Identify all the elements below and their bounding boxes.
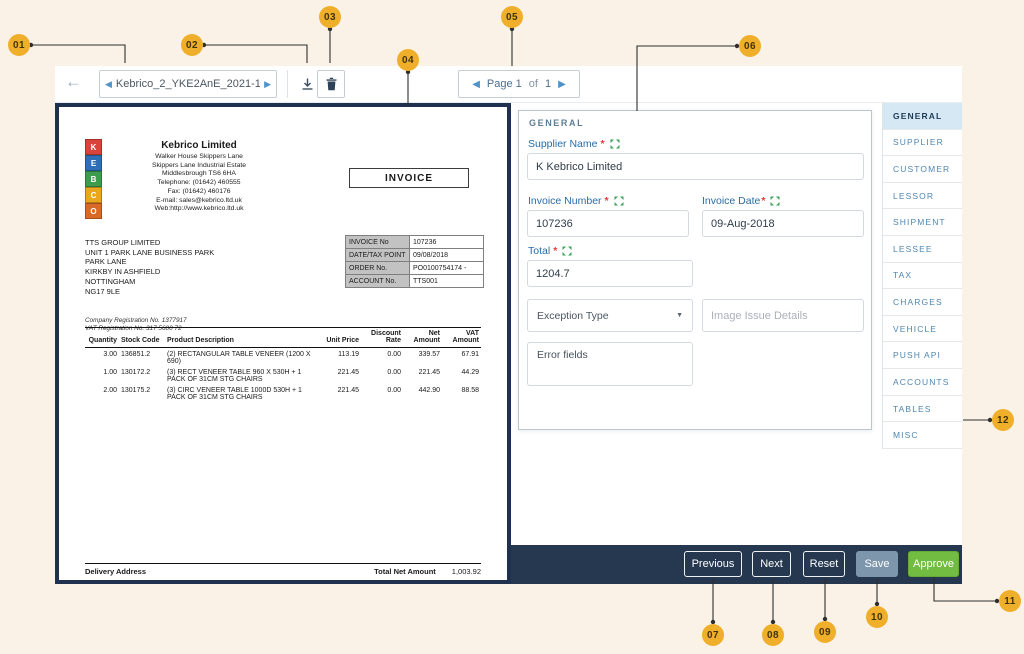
tab-tables[interactable]: TABLES [883, 396, 962, 423]
toolbar-separator [287, 70, 288, 98]
tab-customer[interactable]: CUSTOMER [883, 156, 962, 183]
download-button[interactable] [295, 72, 319, 96]
general-section: GENERAL Supplier Name* Invoice Number* I… [518, 110, 872, 430]
invoice-info-table: INVOICE No107236 DATE/TAX POINT09/08/201… [345, 235, 484, 288]
supplier-name-label: Supplier Name* [528, 138, 620, 150]
info-row: DATE/TAX POINT09/08/2018 [346, 249, 484, 262]
expand-field-icon[interactable] [610, 139, 620, 149]
document-selector[interactable]: ◀ Kebrico_2_YKE2AnE_2021-12-2: ▶ [99, 70, 277, 98]
logo-block: C [85, 187, 102, 203]
chevron-down-icon: ▼ [676, 312, 683, 319]
tab-vehicle[interactable]: VEHICLE [883, 316, 962, 343]
download-icon [300, 77, 315, 92]
bill-to-address: TTS GROUP LIMITED UNIT 1 PARK LANE BUSIN… [85, 238, 214, 296]
supplier-name-input[interactable] [527, 153, 864, 180]
invoice-number-input[interactable] [527, 210, 689, 237]
invoice-item-row: 2.00 130175.2 (3) CIRC VENEER TABLE 1000… [85, 384, 481, 402]
page-total: 1 [545, 78, 551, 90]
annotation-badge-10: 10 [866, 606, 888, 628]
expand-field-icon[interactable] [614, 196, 624, 206]
total-input[interactable] [527, 260, 693, 287]
logo-block: E [85, 155, 102, 171]
company-address: Walker House Skippers Lane Skippers Lane… [111, 153, 287, 214]
total-net-label: Total Net Amount [374, 567, 436, 576]
logo-block: K [85, 139, 102, 155]
toolbar: ← ◀ Kebrico_2_YKE2AnE_2021-12-2: ▶ ◀ Pag… [55, 66, 962, 103]
annotation-badge-01: 01 [8, 34, 30, 56]
invoice-number-label: Invoice Number* [528, 195, 624, 207]
expand-field-icon[interactable] [562, 246, 572, 256]
info-row: ACCOUNT No.TTS001 [346, 275, 484, 288]
delete-button[interactable] [317, 70, 345, 98]
annotation-badge-09: 09 [814, 621, 836, 643]
info-row: ORDER No.PO0100754174 - [346, 262, 484, 275]
tab-accounts[interactable]: ACCOUNTS [883, 369, 962, 396]
invoice-date-label: Invoice Date* [702, 195, 780, 207]
invoice-page: K E B C O Kebrico Limited Walker House S… [59, 107, 507, 580]
error-fields-box: Error fields [527, 342, 693, 386]
tab-charges[interactable]: CHARGES [883, 289, 962, 316]
annotation-badge-02: 02 [181, 34, 203, 56]
document-filename: Kebrico_2_YKE2AnE_2021-12-2: [116, 78, 260, 90]
exception-type-value: Exception Type [537, 310, 609, 322]
items-header-row: Quantity Stock Code Product Description … [85, 328, 481, 348]
tab-general[interactable]: GENERAL [883, 103, 962, 130]
invoice-date-input[interactable] [702, 210, 864, 237]
annotation-badge-05: 05 [501, 6, 523, 28]
back-arrow-icon[interactable]: ← [65, 72, 82, 92]
annotation-badge-08: 08 [762, 624, 784, 646]
invoice-title: INVOICE [349, 168, 469, 188]
doc-next-icon[interactable]: ▶ [264, 79, 271, 90]
tab-lessor[interactable]: LESSOR [883, 183, 962, 210]
company-header: Kebrico Limited Walker House Skippers La… [111, 140, 287, 214]
annotation-badge-11: 11 [999, 590, 1021, 612]
image-issue-details-input[interactable] [702, 299, 864, 332]
info-row: INVOICE No107236 [346, 236, 484, 249]
page-prev-icon[interactable]: ◀ [472, 79, 480, 90]
doc-prev-icon[interactable]: ◀ [105, 79, 112, 90]
doc-footer: Delivery Address Total Net Amount 1,003.… [85, 567, 481, 576]
trash-icon [325, 77, 338, 91]
doc-footer-rule [85, 563, 481, 564]
previous-button[interactable]: Previous [684, 551, 742, 577]
invoice-item-row: 1.00 130172.2 (3) RECT VENEER TABLE 960 … [85, 366, 481, 384]
tab-shipment[interactable]: SHIPMENT [883, 209, 962, 236]
page-label: Page 1 [487, 78, 522, 90]
tab-tax[interactable]: TAX [883, 263, 962, 290]
tab-lessee[interactable]: LESSEE [883, 236, 962, 263]
logo-block: O [85, 203, 102, 219]
approve-button[interactable]: Approve [908, 551, 959, 577]
exception-type-dropdown[interactable]: Exception Type ▼ [527, 299, 693, 332]
logo-block: B [85, 171, 102, 187]
annotation-badge-03: 03 [319, 6, 341, 28]
page-of-label: of [529, 78, 538, 90]
annotation-badge-04: 04 [397, 49, 419, 71]
save-button[interactable]: Save [856, 551, 898, 577]
company-logo: K E B C O [85, 139, 102, 219]
invoice-items-table: Quantity Stock Code Product Description … [85, 327, 481, 402]
section-title: GENERAL [529, 118, 584, 128]
page-next-icon[interactable]: ▶ [558, 79, 566, 90]
total-label: Total* [528, 245, 572, 257]
next-button[interactable]: Next [752, 551, 791, 577]
tab-supplier[interactable]: SUPPLIER [883, 130, 962, 157]
invoice-item-row: 3.00 136851.2 (2) RECTANGULAR TABLE VENE… [85, 348, 481, 367]
section-tabs-sidebar: GENERAL SUPPLIER CUSTOMER LESSOR SHIPMEN… [882, 103, 962, 449]
page-navigation[interactable]: ◀ Page 1 of 1 ▶ [458, 70, 580, 98]
annotation-badge-06: 06 [739, 35, 761, 57]
company-name: Kebrico Limited [111, 140, 287, 151]
app-window: ← ◀ Kebrico_2_YKE2AnE_2021-12-2: ▶ ◀ Pag… [55, 66, 962, 584]
annotation-badge-12: 12 [992, 409, 1014, 431]
expand-field-icon[interactable] [770, 196, 780, 206]
delivery-address-label: Delivery Address [85, 567, 146, 576]
tab-push-api[interactable]: PUSH API [883, 342, 962, 369]
reset-button[interactable]: Reset [803, 551, 845, 577]
total-net-value: 1,003.92 [452, 567, 481, 576]
annotation-badge-07: 07 [702, 624, 724, 646]
error-fields-label: Error fields [537, 349, 588, 361]
tab-misc[interactable]: MISC [883, 422, 962, 449]
document-preview[interactable]: K E B C O Kebrico Limited Walker House S… [55, 103, 511, 584]
